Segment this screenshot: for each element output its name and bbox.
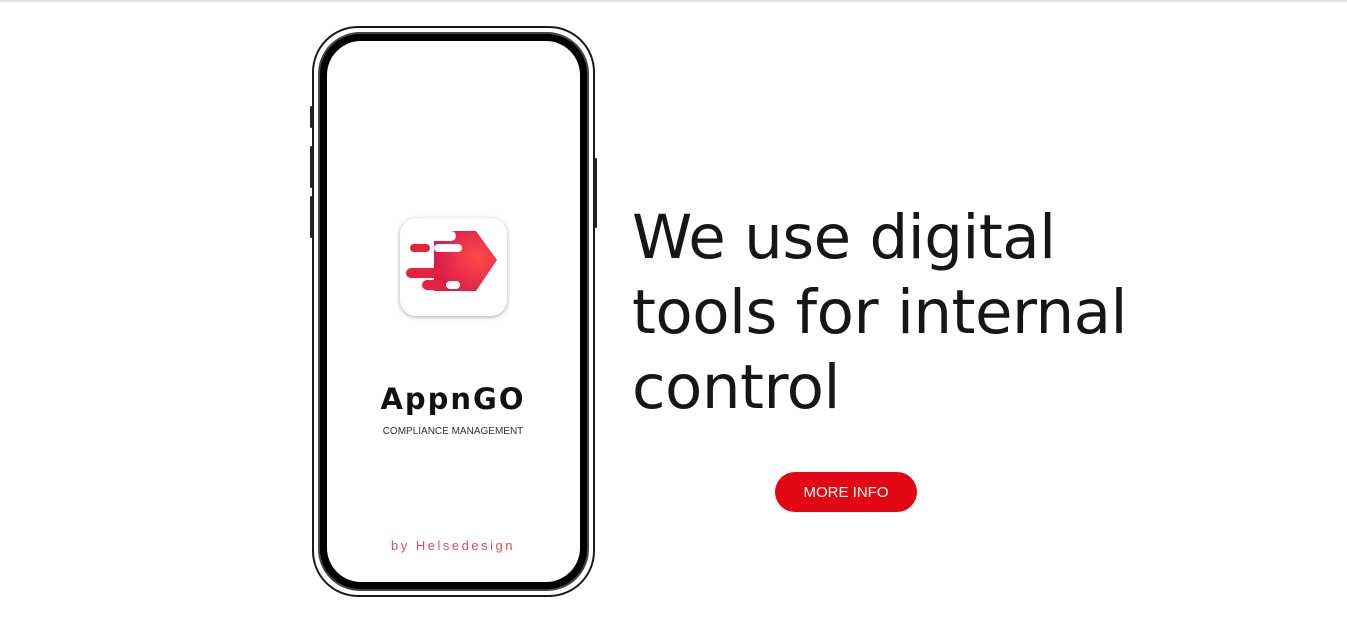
appngo-logo-icon (400, 218, 507, 316)
more-info-button[interactable]: MORE INFO (775, 472, 917, 512)
phone-volume-down-button (310, 196, 313, 238)
phone-volume-up-button (310, 146, 313, 188)
app-subtitle: COMPLIANCE MANAGEMENT (382, 426, 524, 437)
page: AppnGO COMPLIANCE MANAGEMENT by Helsedes… (0, 0, 1347, 624)
app-by-line: by Helsedesign (391, 538, 515, 553)
phone-mute-switch (310, 106, 313, 128)
hero-headline: We use digital tools for internal contro… (632, 202, 1128, 423)
appngo-logo-icon-graphic (406, 231, 497, 291)
top-divider (0, 0, 1347, 2)
app-name: AppnGO (380, 382, 526, 416)
phone-power-button (594, 158, 597, 228)
